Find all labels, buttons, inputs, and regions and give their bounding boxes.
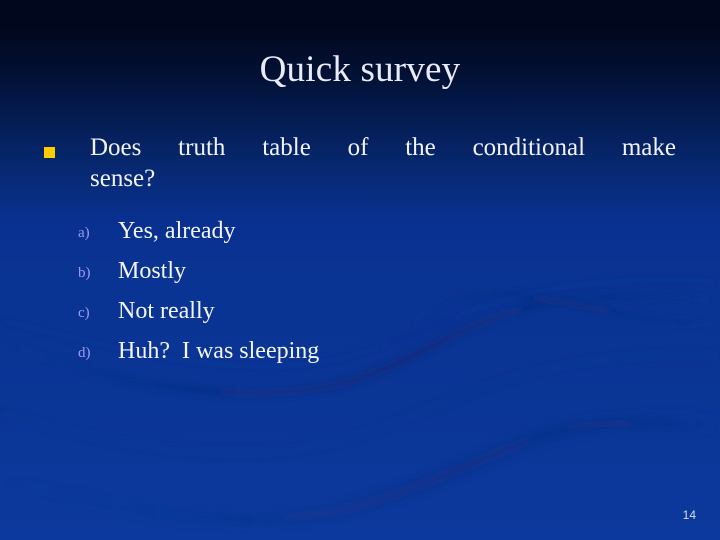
question-line-2: sense? <box>90 165 156 192</box>
square-bullet-icon <box>44 147 55 158</box>
slide-title: Quick survey <box>259 49 461 90</box>
answer-option-c[interactable]: c) Not really <box>40 294 676 334</box>
option-marker-d: d) <box>78 345 91 361</box>
slide-page-number: 14 <box>682 508 696 522</box>
question-text: Does truth table of the conditional make… <box>90 132 676 194</box>
presentation-slide: Quick survey Does truth table of the con… <box>0 0 720 540</box>
option-label-c: Not really <box>118 298 215 324</box>
answer-option-b[interactable]: b) Mostly <box>40 254 676 294</box>
bullet-item-question: Does truth table of the conditional make… <box>40 132 676 194</box>
option-marker-a: a) <box>78 225 90 241</box>
option-label-b: Mostly <box>118 258 187 284</box>
question-line-1: Does truth table of the conditional make <box>90 134 676 161</box>
slide-body: Does truth table of the conditional make… <box>40 132 676 374</box>
option-marker-b: b) <box>78 265 91 281</box>
option-label-a: Yes, already <box>118 218 236 244</box>
answer-option-a[interactable]: a) Yes, already <box>40 214 676 254</box>
answer-option-d[interactable]: d) Huh? I was sleeping <box>40 334 676 374</box>
option-marker-c: c) <box>78 305 90 321</box>
answer-options-list: a) Yes, already b) Mostly c) Not really … <box>40 214 676 374</box>
option-label-d: Huh? I was sleeping <box>118 338 320 364</box>
